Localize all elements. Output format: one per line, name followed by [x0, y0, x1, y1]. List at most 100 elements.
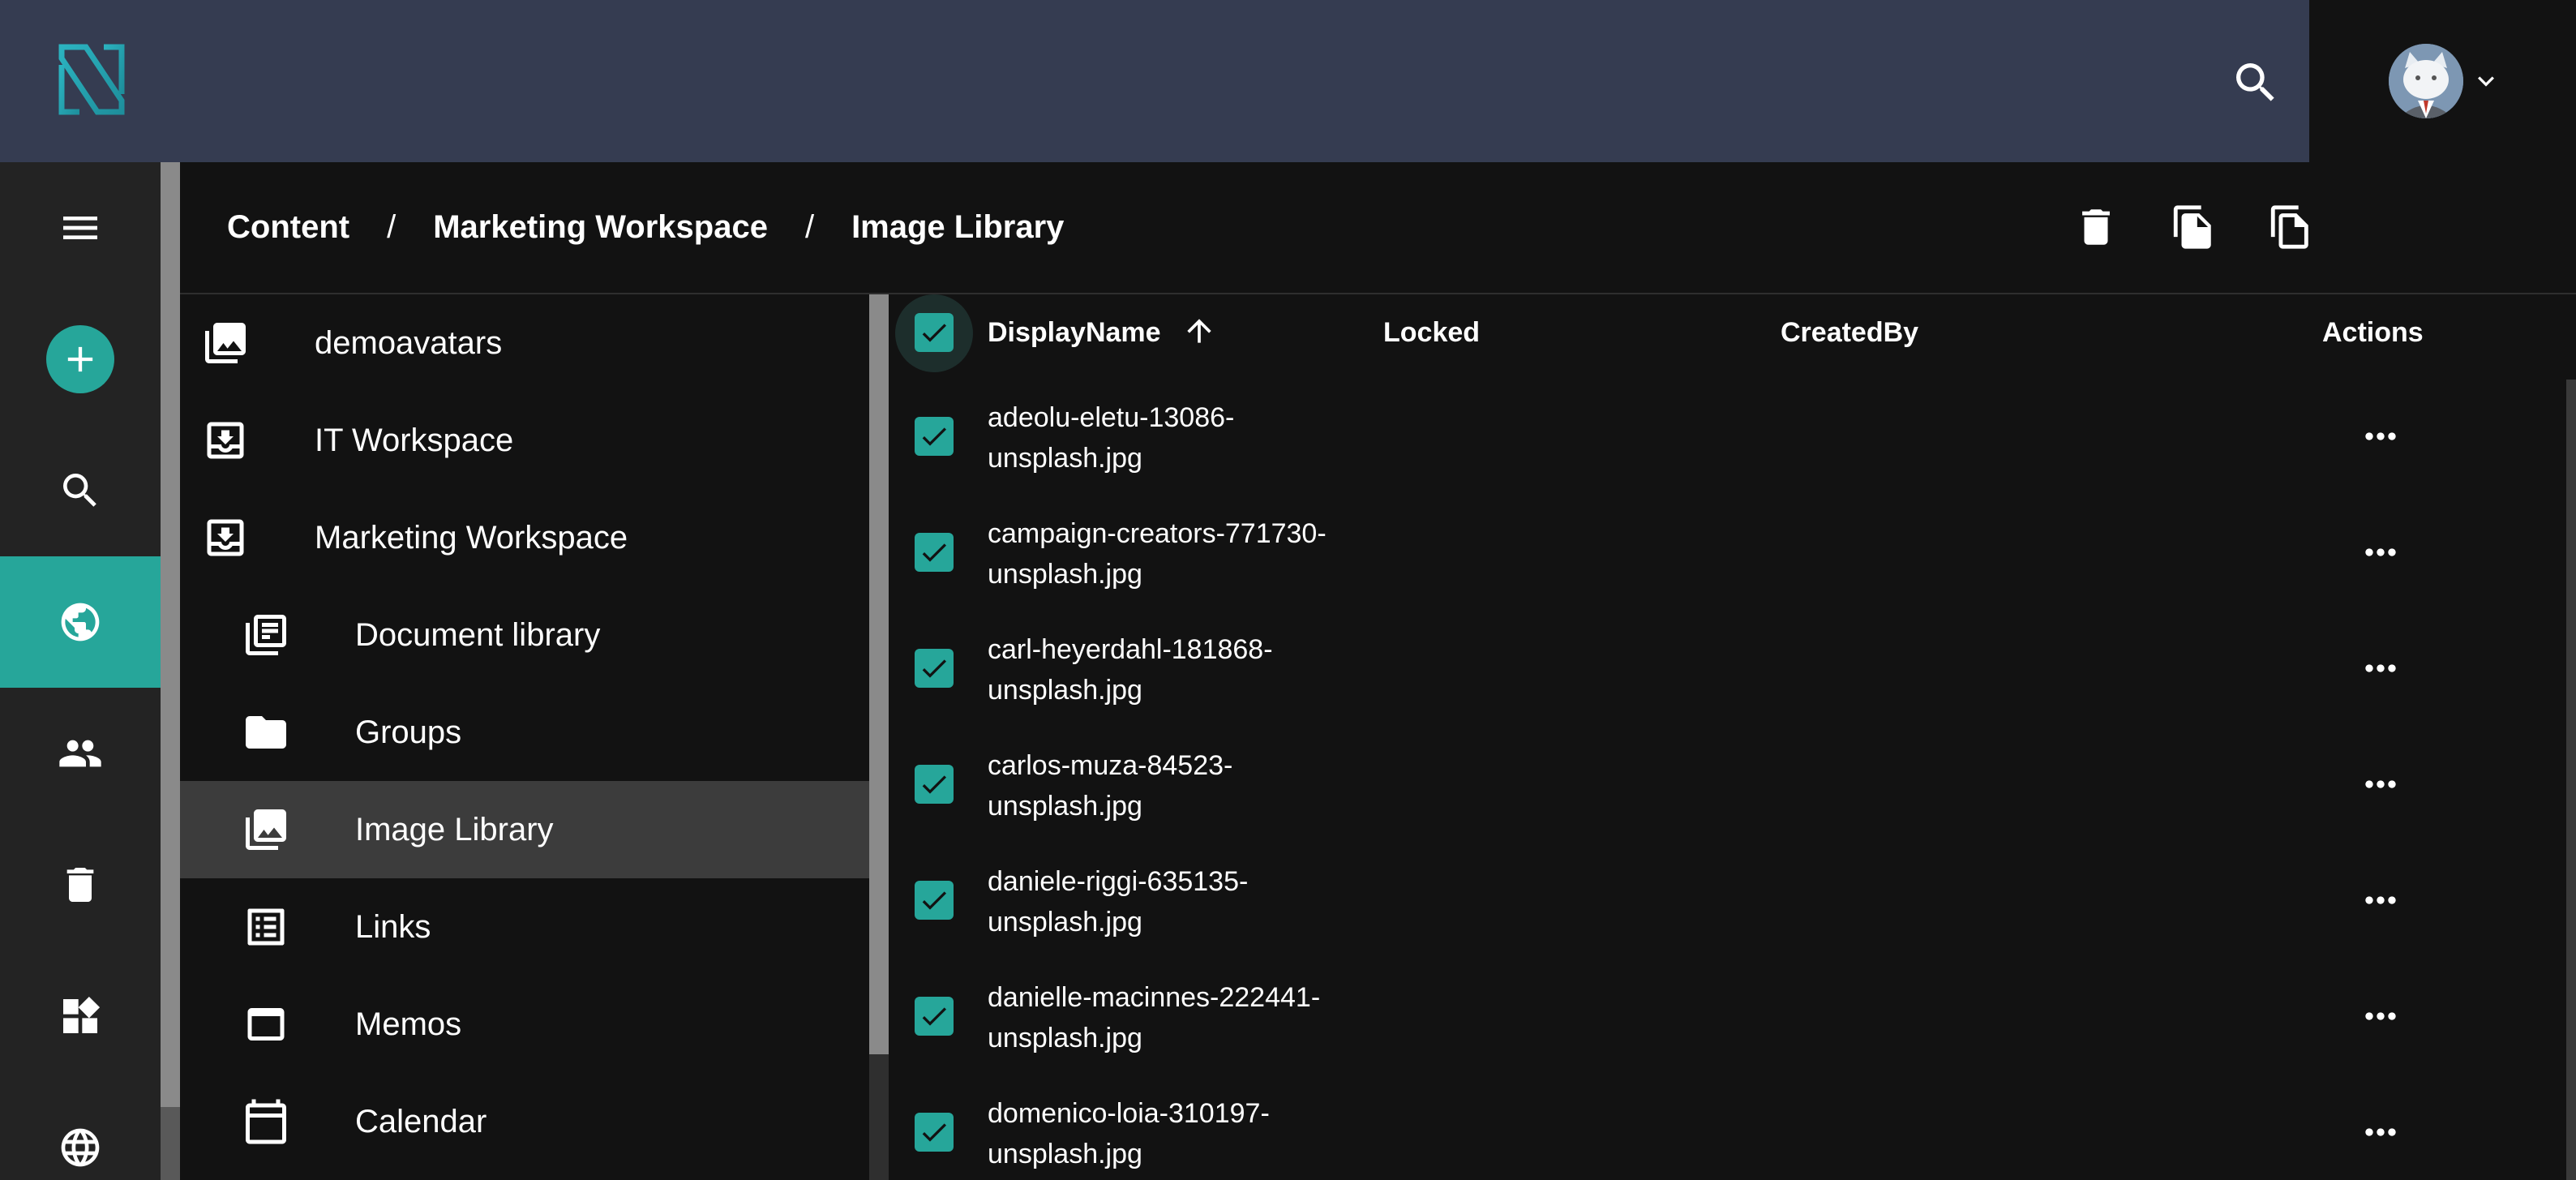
- row-name-line-1: campaign-creators-771730-: [988, 518, 1327, 549]
- row-name-line-1: adeolu-eletu-13086-: [988, 402, 1235, 433]
- row-name-line-2: unsplash.jpg: [988, 791, 1142, 822]
- row-display-name[interactable]: daniele-riggi-635135- unsplash.jpg: [988, 861, 1377, 942]
- tree-item-calendar[interactable]: Calendar: [180, 1073, 869, 1170]
- check-icon: [922, 775, 946, 794]
- row-checkbox[interactable]: [915, 881, 954, 920]
- rail-search-icon[interactable]: [0, 425, 161, 556]
- breadcrumb-item-marketing-workspace[interactable]: Marketing Workspace: [433, 209, 768, 246]
- tree-scrollbar-thumb[interactable]: [869, 294, 889, 1054]
- table-scrollbar-track[interactable]: [2566, 380, 2576, 1180]
- tree-item-memos[interactable]: Memos: [180, 976, 869, 1073]
- document-library-icon: [246, 615, 286, 655]
- row-display-name[interactable]: danielle-macinnes-222441- unsplash.jpg: [988, 977, 1377, 1058]
- search-icon[interactable]: [2230, 57, 2282, 109]
- breadcrumb-item-image-library[interactable]: Image Library: [851, 209, 1064, 246]
- rail-scrollbar-thumb[interactable]: [161, 162, 180, 1107]
- tree-item-marketing-workspace[interactable]: Marketing Workspace: [180, 489, 869, 586]
- language-icon[interactable]: [0, 1082, 161, 1180]
- copy-button[interactable]: [2165, 199, 2222, 255]
- tree-item-label: Marketing Workspace: [315, 520, 628, 556]
- breadcrumb-separator: /: [804, 208, 815, 245]
- breadcrumb-item-content[interactable]: Content: [227, 209, 349, 246]
- folder-icon: [246, 716, 286, 749]
- row-display-name[interactable]: domenico-loia-310197- unsplash.jpg: [988, 1093, 1377, 1174]
- more-horizontal-icon[interactable]: [2355, 993, 2407, 1039]
- tree-item-label: demoavatars: [315, 325, 503, 361]
- row-display-name[interactable]: carlos-muza-84523- unsplash.jpg: [988, 745, 1377, 826]
- check-icon: [922, 891, 946, 910]
- row-checkbox[interactable]: [915, 417, 954, 456]
- globe-icon[interactable]: [0, 556, 161, 688]
- image-library-icon: [205, 323, 246, 363]
- tree-item-groups[interactable]: Groups: [180, 684, 869, 781]
- list-icon: [247, 908, 285, 946]
- table-row[interactable]: carlos-muza-84523- unsplash.jpg: [889, 726, 2576, 842]
- people-icon[interactable]: [0, 688, 161, 819]
- table-row[interactable]: campaign-creators-771730- unsplash.jpg: [889, 494, 2576, 610]
- row-name-line-2: unsplash.jpg: [988, 675, 1142, 706]
- check-icon: [922, 324, 946, 342]
- row-name-line-1: carlos-muza-84523-: [988, 750, 1233, 781]
- row-name-line-1: danielle-macinnes-222441-: [988, 982, 1321, 1013]
- table-row[interactable]: adeolu-eletu-13086- unsplash.jpg: [889, 378, 2576, 494]
- delete-button[interactable]: [2068, 199, 2124, 255]
- workspace-icon: [207, 422, 244, 459]
- check-icon: [922, 1123, 946, 1142]
- row-checkbox[interactable]: [915, 1113, 954, 1152]
- table-row[interactable]: daniele-riggi-635135- unsplash.jpg: [889, 842, 2576, 958]
- column-header-locked[interactable]: Locked: [1383, 317, 1480, 349]
- row-checkbox[interactable]: [915, 533, 954, 572]
- row-checkbox[interactable]: [915, 997, 954, 1036]
- move-button[interactable]: [2262, 199, 2319, 255]
- column-header-createdby[interactable]: CreatedBy: [1781, 317, 1918, 349]
- more-horizontal-icon[interactable]: [2355, 414, 2407, 459]
- calendar-icon: [246, 1099, 286, 1144]
- avatar[interactable]: [2389, 44, 2463, 118]
- tree-item-it-workspace[interactable]: IT Workspace: [180, 392, 869, 489]
- row-name-line-2: unsplash.jpg: [988, 907, 1142, 938]
- row-name-line-1: domenico-loia-310197-: [988, 1098, 1270, 1129]
- row-display-name[interactable]: adeolu-eletu-13086- unsplash.jpg: [988, 397, 1377, 478]
- trash-icon[interactable]: [0, 819, 161, 950]
- chevron-down-icon[interactable]: [2468, 65, 2504, 97]
- tree-item-label: IT Workspace: [315, 423, 514, 458]
- app-window: Content / Marketing Workspace / Image Li…: [0, 0, 2576, 1180]
- widgets-icon[interactable]: [0, 950, 161, 1082]
- tree-item-label: Calendar: [355, 1104, 487, 1139]
- column-header-displayname[interactable]: DisplayName: [988, 317, 1217, 349]
- select-all-checkbox[interactable]: [915, 313, 954, 352]
- tree-item-label: Image Library: [355, 812, 554, 847]
- table-row[interactable]: domenico-loia-310197- unsplash.jpg: [889, 1074, 2576, 1180]
- row-display-name[interactable]: carl-heyerdahl-181868- unsplash.jpg: [988, 629, 1377, 710]
- user-menu-area: [2309, 0, 2576, 162]
- more-horizontal-icon[interactable]: [2355, 877, 2407, 923]
- navigation-rail: [0, 162, 161, 1180]
- row-checkbox[interactable]: [915, 765, 954, 804]
- row-display-name[interactable]: campaign-creators-771730- unsplash.jpg: [988, 513, 1377, 594]
- add-icon: [46, 325, 114, 393]
- brand-logo-icon[interactable]: [55, 41, 128, 118]
- top-app-bar: [0, 0, 2309, 162]
- tree-item-label: Links: [355, 909, 431, 945]
- tree-item-demoavatars[interactable]: demoavatars: [180, 294, 869, 392]
- check-icon: [922, 1007, 946, 1026]
- more-horizontal-icon[interactable]: [2355, 1109, 2407, 1155]
- tree-item-label: Memos: [355, 1006, 462, 1042]
- tree-item-links[interactable]: Links: [180, 878, 869, 976]
- hamburger-menu-icon[interactable]: [0, 162, 161, 294]
- more-horizontal-icon[interactable]: [2355, 530, 2407, 575]
- row-checkbox[interactable]: [915, 649, 954, 688]
- table-row[interactable]: danielle-macinnes-222441- unsplash.jpg: [889, 958, 2576, 1074]
- breadcrumb: Content / Marketing Workspace / Image Li…: [227, 203, 1064, 251]
- copy-file-icon: [2173, 205, 2211, 249]
- more-horizontal-icon[interactable]: [2355, 646, 2407, 691]
- arrow-up-icon[interactable]: [1181, 313, 1217, 349]
- trash-icon: [2082, 209, 2110, 245]
- table-row[interactable]: carl-heyerdahl-181868- unsplash.jpg: [889, 610, 2576, 726]
- memo-icon: [247, 1008, 285, 1041]
- add-button[interactable]: [0, 294, 161, 425]
- tree-item-image-library[interactable]: Image Library: [180, 781, 869, 878]
- row-name-line-1: daniele-riggi-635135-: [988, 866, 1249, 897]
- tree-item-document-library[interactable]: Document library: [180, 586, 869, 684]
- more-horizontal-icon[interactable]: [2355, 762, 2407, 807]
